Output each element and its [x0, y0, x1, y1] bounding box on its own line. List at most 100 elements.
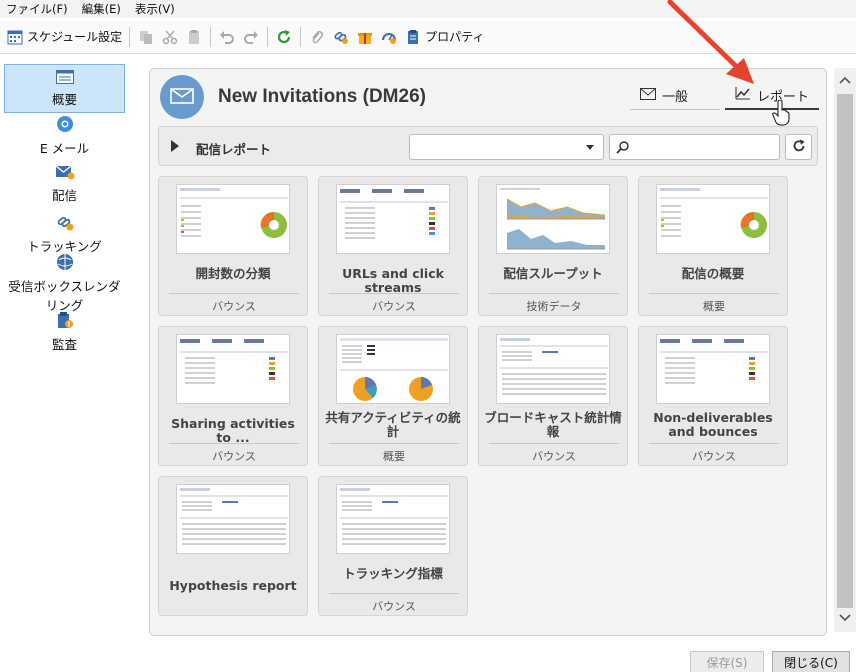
report-category: バウンス	[212, 450, 256, 463]
report-title: 開封数の分類	[195, 266, 271, 281]
refresh-icon	[792, 139, 806, 156]
report-thumbnail	[336, 484, 450, 554]
report-bar-label: 配信レポート	[196, 142, 272, 157]
refresh-button[interactable]	[272, 24, 296, 50]
link-button[interactable]	[329, 24, 353, 50]
paste-button[interactable]	[182, 24, 206, 50]
schedule-button[interactable]: スケジュール設定	[3, 24, 125, 50]
gift-button[interactable]	[353, 24, 377, 50]
cut-button[interactable]	[158, 24, 182, 50]
report-title: 配信スループット	[503, 266, 603, 281]
toolbar-separator	[210, 26, 212, 47]
report-title: Sharing activities to ...	[171, 416, 295, 445]
report-card[interactable]: URLs and click streams バウンス	[318, 176, 468, 316]
report-card[interactable]: Sharing activities to ... バウンス	[158, 326, 308, 466]
report-card[interactable]: 配信スループット 技術データ	[478, 176, 628, 316]
report-bar: 配信レポート	[158, 126, 818, 166]
scroll-thumb[interactable]	[837, 94, 853, 608]
report-thumbnail	[336, 334, 450, 404]
copy-icon	[137, 28, 155, 46]
toolbar-separator	[267, 26, 269, 47]
sidebar-item-email[interactable]: E メール	[4, 115, 125, 156]
undo-icon	[218, 28, 236, 46]
redo-button[interactable]	[239, 24, 263, 50]
report-thumbnail	[656, 184, 770, 254]
report-thumbnail	[496, 184, 610, 254]
report-category: バウンス	[372, 600, 416, 613]
report-card[interactable]: 開封数の分類 バウンス	[158, 176, 308, 316]
scroll-up-button[interactable]	[834, 70, 856, 90]
card-divider	[649, 293, 779, 294]
inbox-rendering-icon	[56, 253, 74, 274]
scissors-icon	[161, 28, 179, 46]
attach-button[interactable]	[305, 24, 329, 50]
card-divider	[329, 593, 459, 594]
toolbar-separator	[300, 26, 302, 47]
report-title: URLs and click streams	[342, 266, 444, 295]
report-thumbnail	[496, 334, 610, 404]
sidebar-item-overview[interactable]: 概要	[4, 64, 125, 113]
link-icon	[332, 28, 350, 46]
undo-button[interactable]	[215, 24, 239, 50]
sidebar-item-label: 受信ボックスレンダリング	[8, 278, 121, 313]
search-input[interactable]	[609, 134, 780, 160]
report-thumbnail	[176, 484, 290, 554]
properties-label: プロパティ	[425, 30, 485, 44]
page-title: New Invitations (DM26)	[218, 86, 426, 107]
expand-arrow-icon[interactable]	[171, 140, 179, 152]
chevron-up-icon	[839, 76, 851, 84]
report-title: トラッキング指標	[343, 566, 443, 581]
save-button[interactable]: 保存(S)	[690, 651, 764, 672]
card-divider	[489, 443, 619, 444]
report-thumbnail	[176, 184, 290, 254]
card-divider	[649, 443, 779, 444]
vertical-scrollbar[interactable]	[834, 68, 856, 632]
menu-file[interactable]: ファイル(F)	[6, 1, 68, 17]
gauge-icon	[380, 28, 398, 46]
sidebar-item-audit[interactable]: 監査	[4, 312, 125, 352]
search-icon	[616, 140, 630, 157]
report-card[interactable]: トラッキング指標 バウンス	[318, 476, 468, 616]
monitor-button[interactable]	[377, 24, 401, 50]
report-card[interactable]: ブロードキャスト統計情報 バウンス	[478, 326, 628, 466]
menu-edit[interactable]: 編集(E)	[82, 1, 121, 17]
report-thumbnail	[176, 334, 290, 404]
report-title: 配信の概要	[681, 266, 745, 281]
report-category: バウンス	[532, 450, 576, 463]
sidebar: 概要 E メール 配信 トラッキング 受信ボックスレンダリング 監査	[0, 60, 130, 640]
paperclip-icon	[308, 28, 326, 46]
report-card[interactable]: Non-deliverables and bounces バウンス	[638, 326, 788, 466]
card-divider	[329, 293, 459, 294]
delivery-badge	[160, 75, 204, 119]
report-title: Hypothesis report	[169, 578, 297, 593]
scroll-down-button[interactable]	[834, 608, 856, 628]
delivery-icon	[55, 164, 75, 183]
close-button[interactable]: 閉じる(C)	[772, 651, 850, 672]
properties-button[interactable]: プロパティ	[401, 24, 487, 50]
sidebar-item-tracking[interactable]: トラッキング	[4, 216, 125, 254]
sidebar-item-delivery[interactable]: 配信	[4, 164, 125, 203]
report-card[interactable]: Hypothesis report	[158, 476, 308, 616]
report-title: 共有アクティビティの統計	[325, 410, 461, 439]
schedule-label: スケジュール設定	[27, 30, 123, 44]
copy-button[interactable]	[134, 24, 158, 50]
report-card[interactable]: 共有アクティビティの統計 概要	[318, 326, 468, 466]
clipboard-icon	[185, 28, 203, 46]
reload-button[interactable]	[785, 134, 812, 160]
chevron-down-icon	[586, 145, 594, 150]
report-filter-select[interactable]	[409, 134, 604, 160]
email-icon	[56, 115, 74, 136]
audit-icon	[56, 311, 74, 332]
report-card[interactable]: 配信の概要 概要	[638, 176, 788, 316]
overview-icon	[55, 69, 74, 87]
toolbar-separator	[129, 26, 131, 47]
menu-view[interactable]: 表示(V)	[135, 1, 175, 17]
report-category: 概要	[703, 300, 725, 313]
card-divider	[329, 443, 459, 444]
envelope-icon	[170, 87, 194, 108]
report-category: バウンス	[692, 450, 736, 463]
card-divider	[169, 293, 299, 294]
report-title: ブロードキャスト統計情報	[484, 410, 622, 439]
sidebar-item-inbox-rendering[interactable]: 受信ボックスレンダリング	[4, 253, 125, 313]
calendar-icon	[6, 28, 24, 46]
